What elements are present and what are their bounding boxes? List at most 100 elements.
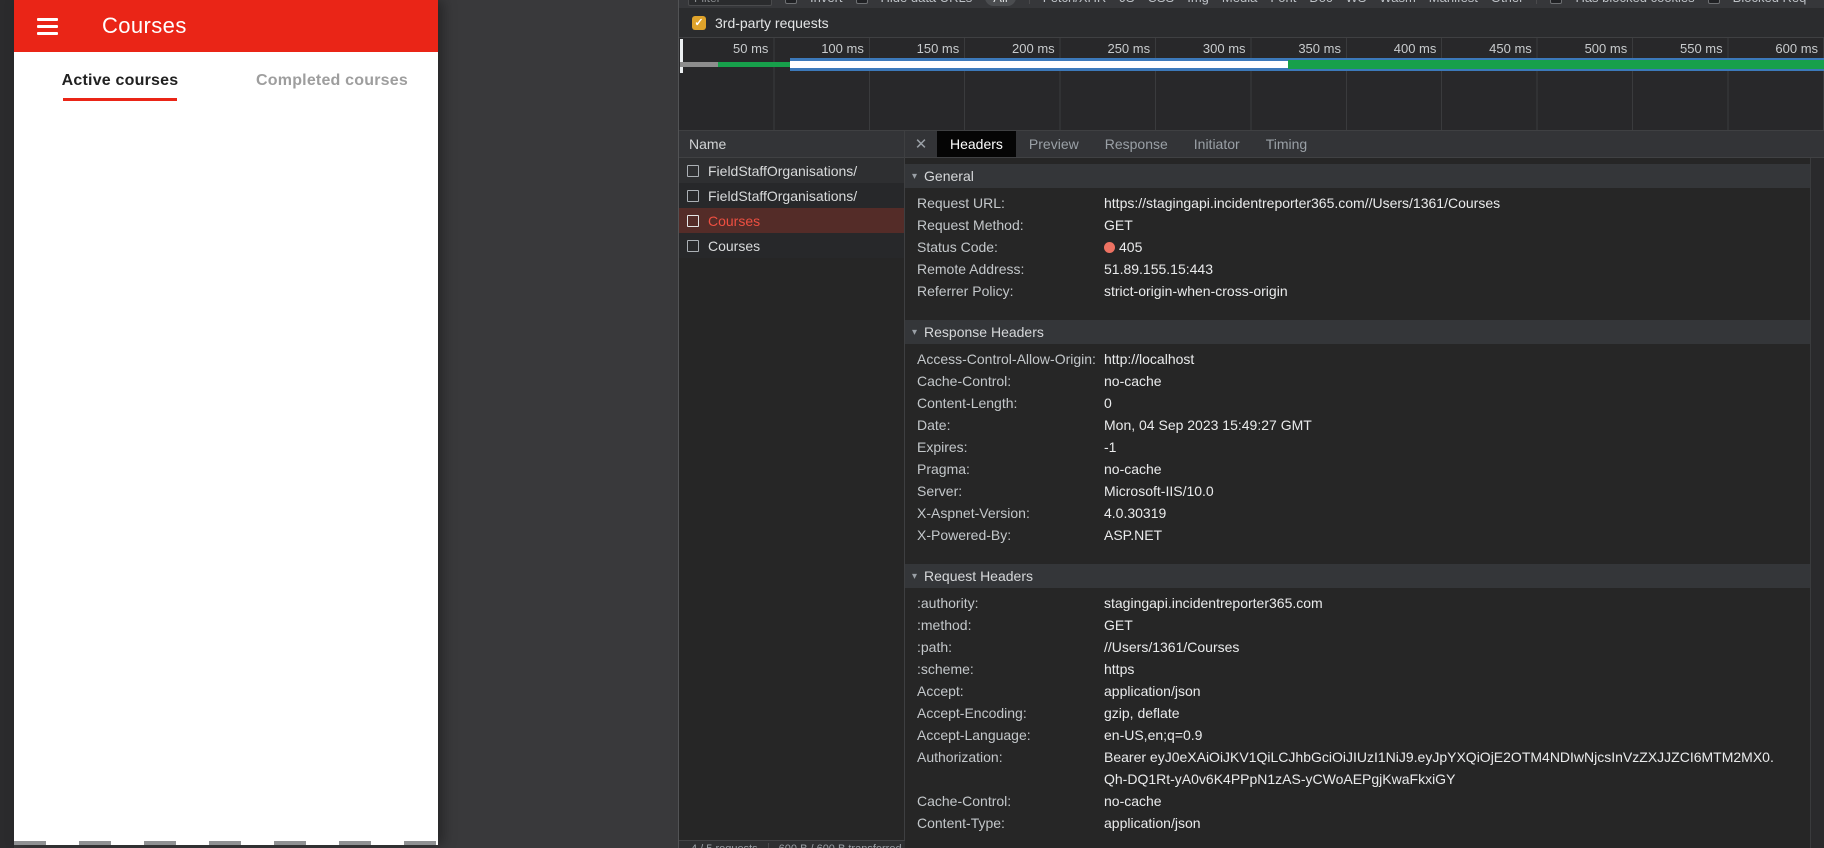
section-request-headers-header[interactable]: ▾ Request Headers xyxy=(905,564,1810,588)
disclosure-triangle-icon: ▾ xyxy=(912,170,918,182)
tick-label: 100 ms xyxy=(821,40,864,56)
third-party-label: 3rd-party requests xyxy=(715,14,829,31)
request-row[interactable]: FieldStaffOrganisations/ xyxy=(679,183,904,208)
left-edge-strip xyxy=(0,0,14,848)
status-error-dot-icon xyxy=(1104,242,1115,253)
header-key: Cache-Control: xyxy=(917,373,1012,389)
tab-headers[interactable]: Headers xyxy=(937,131,1016,157)
header-row: Request Method: GET xyxy=(905,214,1810,236)
blocked-requests-label: Blocked Req xyxy=(1733,0,1807,5)
header-value: application/json xyxy=(1104,683,1201,699)
header-value: 51.89.155.15:443 xyxy=(1104,261,1213,277)
request-details-panel: ✕ Headers Preview Response Initiator Tim… xyxy=(905,131,1824,848)
header-value: Microsoft-IIS/10.0 xyxy=(1104,483,1214,499)
name-column-label: Name xyxy=(689,136,727,152)
request-row[interactable]: Courses xyxy=(679,233,904,258)
header-key: Accept-Language: xyxy=(917,727,1031,743)
tab-active-courses[interactable]: Active courses xyxy=(14,52,226,110)
header-row: Server: Microsoft-IIS/10.0 xyxy=(905,480,1810,502)
request-checkbox[interactable] xyxy=(687,164,699,177)
request-name: FieldStaffOrganisations/ xyxy=(708,187,858,204)
filter-type-css[interactable]: CSS xyxy=(1148,0,1175,5)
tab-response[interactable]: Response xyxy=(1092,131,1181,157)
details-scrollbar[interactable] xyxy=(1810,158,1824,848)
request-row[interactable]: FieldStaffOrganisations/ xyxy=(679,158,904,183)
courses-app-window: Courses Active courses Completed courses xyxy=(14,0,438,845)
tab-preview[interactable]: Preview xyxy=(1016,131,1092,157)
blocked-requests-checkbox[interactable] xyxy=(1707,0,1720,4)
devtools-network-panel: Filter Invert Hide data URLs All Fetch/X… xyxy=(678,0,1824,848)
header-key: Request Method: xyxy=(917,217,1024,233)
invert-checkbox[interactable] xyxy=(785,0,797,4)
tab-initiator[interactable]: Initiator xyxy=(1181,131,1253,157)
filter-type-font[interactable]: Font xyxy=(1270,0,1296,5)
request-name: FieldStaffOrganisations/ xyxy=(708,162,858,179)
divider xyxy=(1028,0,1030,4)
header-row: Cache-Control: no-cache xyxy=(905,790,1810,812)
request-table: Name FieldStaffOrganisations/ FieldStaff… xyxy=(679,131,904,848)
request-checkbox[interactable] xyxy=(687,189,699,202)
overview-gray-bar xyxy=(680,62,718,67)
tab-completed-courses-label: Completed courses xyxy=(256,72,408,89)
filter-type-wasm[interactable]: Wasm xyxy=(1379,0,1415,5)
filter-input[interactable]: Filter xyxy=(688,0,772,6)
has-blocked-cookies-checkbox[interactable] xyxy=(1550,0,1563,4)
header-value: 0 xyxy=(1104,395,1112,411)
header-row-authorization: Authorization: Bearer eyJ0eXAiOiJKV1QiLCJ… xyxy=(905,746,1810,790)
section-title: Response Headers xyxy=(924,324,1044,340)
header-row: X-Powered-By: ASP.NET xyxy=(905,524,1810,546)
section-request-headers: ▾ Request Headers :authority: stagingapi.… xyxy=(905,564,1810,840)
header-row: :method: GET xyxy=(905,614,1810,636)
header-value: en-US,en;q=0.9 xyxy=(1104,727,1203,743)
header-row: Expires: -1 xyxy=(905,436,1810,458)
header-value: http://localhost xyxy=(1104,351,1195,367)
third-party-checkbox[interactable]: ✓ xyxy=(692,15,706,30)
network-timeline[interactable]: 50 ms 100 ms 150 ms 200 ms 250 ms 300 ms… xyxy=(679,37,1824,131)
request-checkbox[interactable] xyxy=(687,214,699,227)
menu-icon[interactable] xyxy=(37,17,58,35)
network-filter-bar: Filter Invert Hide data URLs All Fetch/X… xyxy=(679,0,1824,8)
tick-label: 200 ms xyxy=(1012,40,1055,56)
overview-green-bar xyxy=(718,62,790,67)
name-column-header[interactable]: Name xyxy=(679,131,904,158)
header-value: -1 xyxy=(1104,439,1117,455)
active-tab-indicator xyxy=(63,97,177,101)
timeline-overview-band xyxy=(679,58,1824,71)
header-row: Remote Address: 51.89.155.15:443 xyxy=(905,258,1810,280)
request-checkbox[interactable] xyxy=(687,239,699,252)
details-tab-bar: ✕ Headers Preview Response Initiator Tim… xyxy=(905,131,1824,158)
hide-data-urls-checkbox[interactable] xyxy=(855,0,868,4)
network-summary-bar: 4 / 5 requests 600 B / 600 B transferred xyxy=(679,840,905,848)
header-key: X-Aspnet-Version: xyxy=(917,505,1030,521)
header-value: https xyxy=(1104,661,1135,677)
header-key: Date: xyxy=(917,417,951,433)
header-value: 405 xyxy=(1104,236,1142,258)
filter-type-img[interactable]: Img xyxy=(1187,0,1209,5)
filter-all-button[interactable]: All xyxy=(985,0,1016,6)
tab-completed-courses[interactable]: Completed courses xyxy=(226,52,438,110)
filter-type-other[interactable]: Other xyxy=(1491,0,1524,5)
filter-type-manifest[interactable]: Manifest xyxy=(1429,0,1478,5)
header-row-status-code: Status Code: 405 xyxy=(905,236,1810,258)
tick-label: 550 ms xyxy=(1680,40,1723,56)
section-general-header[interactable]: ▾ General xyxy=(905,164,1810,188)
request-row-selected[interactable]: Courses xyxy=(679,208,904,233)
request-name: Courses xyxy=(708,212,761,229)
requests-count: 4 / 5 requests xyxy=(691,843,758,848)
filter-type-js[interactable]: JS xyxy=(1119,0,1134,5)
header-value: strict-origin-when-cross-origin xyxy=(1104,283,1288,299)
header-row: :scheme: https xyxy=(905,658,1810,680)
filter-type-ws[interactable]: WS xyxy=(1345,0,1366,5)
filter-type-doc[interactable]: Doc xyxy=(1309,0,1332,5)
header-key: Expires: xyxy=(917,439,968,455)
overview-selection-window[interactable] xyxy=(790,58,1288,71)
section-title: General xyxy=(924,168,974,184)
tab-timing[interactable]: Timing xyxy=(1253,131,1321,157)
header-key: Remote Address: xyxy=(917,261,1025,277)
section-response-headers-header[interactable]: ▾ Response Headers xyxy=(905,320,1810,344)
tick-label: 150 ms xyxy=(916,40,960,56)
filter-type-fetch-xhr[interactable]: Fetch/XHR xyxy=(1043,0,1107,5)
header-row: Accept: application/json xyxy=(905,680,1810,702)
filter-type-media[interactable]: Media xyxy=(1222,0,1257,5)
close-icon[interactable]: ✕ xyxy=(905,131,937,157)
